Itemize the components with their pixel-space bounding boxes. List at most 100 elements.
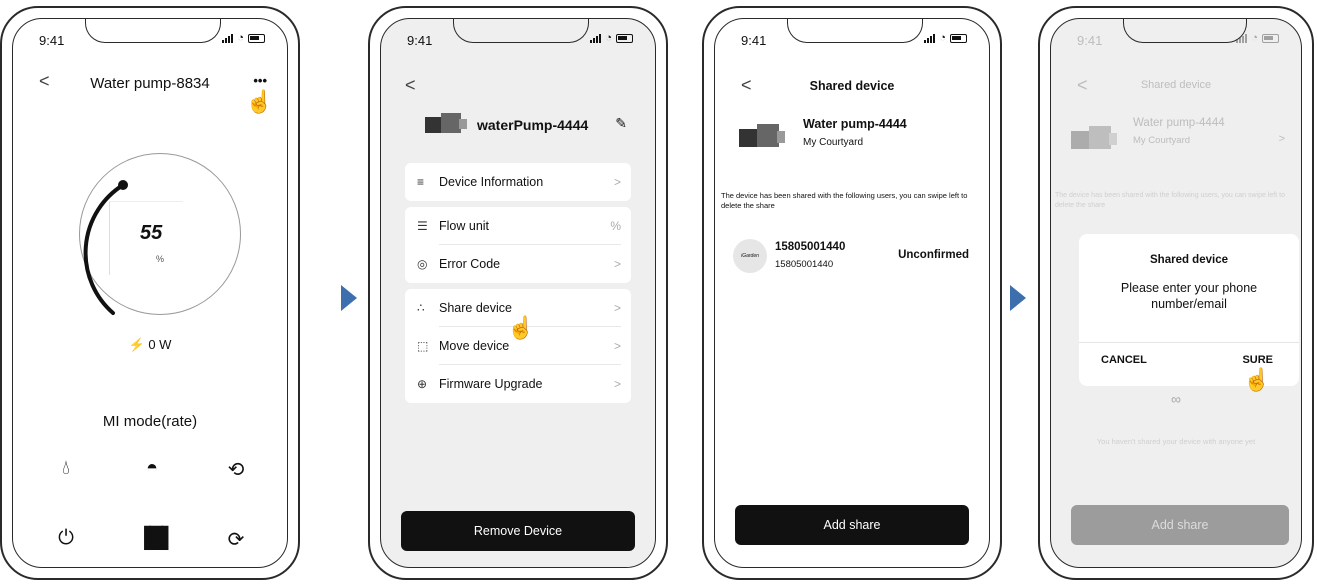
flow-error-card: ☰ Flow unit % ◎ Error Code > (405, 207, 631, 283)
user-phone: 15805001440 (775, 241, 846, 253)
shared-user-row[interactable]: iGarden 15805001440 15805001440 Unconfir… (715, 235, 989, 279)
wifi-icon: ◔ (1251, 32, 1258, 44)
sure-button[interactable]: SURE (1242, 354, 1273, 366)
move-icon: ⬚ (417, 339, 429, 353)
water-drop-icon[interactable]: 💧︎ (51, 457, 81, 480)
layers-icon: ≡ (417, 175, 425, 189)
device-settings-screen: 9:41 ◔ < waterPump-4444 ✎ ≡ Device Infor… (380, 18, 656, 568)
device-control-screen: 9:41 ◔ < Water pump-8834 ••• ☝ 55 % ⚡ 0 … (12, 18, 288, 568)
battery-icon (248, 33, 265, 43)
device-info-card: ≡ Device Information > (405, 163, 631, 201)
share-move-card: ∴ Share device > ⬚ Move device > ⊕ Firmw… (405, 289, 631, 403)
bar-chart-icon[interactable]: ▐█▌ (137, 527, 176, 550)
power-readout: ⚡ 0 W (13, 337, 287, 353)
status-bar: 9:41 ◔ (13, 19, 287, 59)
page-title: Shared device (809, 79, 895, 93)
empty-share-text: You haven't shared your device with anyo… (1096, 437, 1256, 446)
back-button[interactable]: < (741, 75, 752, 96)
status-time: 9:41 (1077, 33, 1103, 48)
link-icon: ∞ (1171, 391, 1181, 407)
page-title: Shared device (1140, 79, 1212, 91)
flow-arrow-2 (1010, 285, 1026, 311)
edit-icon[interactable]: ✎ (615, 115, 627, 132)
chevron-right-icon: > (613, 175, 621, 189)
notch (85, 19, 221, 43)
pointer-hand-icon: ☝ (1243, 367, 1271, 392)
gauge-readout: 55 % (109, 201, 183, 275)
back-button[interactable]: < (405, 75, 416, 96)
share-notice: The device has been shared with the foll… (721, 191, 968, 210)
signal-icon (1236, 33, 1248, 43)
gauge-value: 55 (140, 222, 163, 244)
mode-label: MI mode(rate) (102, 413, 198, 430)
menu-firmware-upgrade[interactable]: ⊕ Firmware Upgrade > (405, 365, 631, 403)
status-time: 9:41 (741, 33, 767, 48)
share-notice: The device has been shared with the foll… (1055, 192, 1285, 209)
user-avatar: iGarden (733, 239, 767, 273)
status-icons: ◔ (924, 32, 967, 44)
add-share-button[interactable]: Add share (1071, 505, 1289, 545)
user-sub: 15805001440 (775, 259, 834, 270)
chevron-right-icon: > (1278, 133, 1285, 145)
history-icon[interactable]: ⟳ (221, 527, 251, 552)
signal-icon (924, 33, 936, 43)
status-time: 9:41 (39, 33, 65, 48)
water-pump-icon (1071, 126, 1117, 149)
bolt-icon: ⚡ (128, 337, 145, 352)
chevron-right-icon: > (613, 339, 621, 353)
phone-frame-3: 9:41 ◔ < Shared device Water pump-4444 M… (702, 6, 1002, 580)
pointer-hand-icon: ☝ (245, 89, 273, 114)
status-icons: ◔ (590, 32, 633, 44)
wifi-icon: ◔ (939, 32, 946, 44)
device-location: My Courtyard (1133, 135, 1191, 146)
battery-icon (616, 33, 633, 43)
more-button[interactable]: ••• (253, 73, 267, 88)
wifi-icon: ◔ (237, 32, 244, 44)
speedometer-icon[interactable]: ◓ (137, 457, 167, 480)
share-dialog: Shared device Please enter your phone nu… (1079, 234, 1299, 386)
add-share-button[interactable]: Add share (735, 505, 969, 545)
status-bar: 9:41 ◔ (1051, 19, 1301, 59)
upgrade-icon: ⊕ (417, 377, 428, 391)
status-time: 9:41 (407, 33, 433, 48)
back-button[interactable]: < (1077, 75, 1088, 96)
status-icons: ◔ (222, 32, 265, 44)
dialog-title: Shared device (1150, 254, 1228, 266)
cycle-icon[interactable]: ⟲ (221, 457, 251, 482)
dialog-message: Please enter your phone number/email (1120, 281, 1258, 311)
phone-frame-4: 9:41 ◔ < Shared device Water pump-4444 M… (1038, 6, 1314, 580)
share-dialog-screen: 9:41 ◔ < Shared device Water pump-4444 M… (1050, 18, 1302, 568)
signal-icon (590, 33, 602, 43)
cancel-button[interactable]: CANCEL (1101, 354, 1147, 366)
page-title: Water pump-8834 (90, 75, 210, 92)
notch (1123, 19, 1247, 43)
document-icon: ☰ (417, 219, 428, 233)
shared-device-screen: 9:41 ◔ < Shared device Water pump-4444 M… (714, 18, 990, 568)
code-icon: ◎ (417, 257, 428, 271)
battery-icon (1262, 33, 1279, 43)
pointer-hand-icon: ☝ (507, 315, 535, 340)
chevron-right-icon: > (613, 301, 621, 315)
chevron-right-icon: > (613, 377, 621, 391)
signal-icon (222, 33, 234, 43)
status-bar: 9:41 ◔ (381, 19, 655, 59)
menu-flow-unit[interactable]: ☰ Flow unit % (405, 207, 631, 245)
battery-icon (950, 33, 967, 43)
phone-frame-1: 9:41 ◔ < Water pump-8834 ••• ☝ 55 % ⚡ 0 … (0, 6, 300, 580)
dialog-divider (1079, 342, 1299, 343)
power-icon[interactable]: ⏻ (51, 527, 81, 550)
share-icon: ∴ (417, 301, 425, 315)
remove-device-button[interactable]: Remove Device (401, 511, 635, 551)
device-name: Water pump-4444 (803, 117, 907, 131)
menu-device-information[interactable]: ≡ Device Information > (405, 163, 631, 201)
power-value: 0 W (148, 337, 172, 352)
device-name: Water pump-4444 (1133, 117, 1225, 129)
gauge-unit: % (156, 254, 165, 264)
flow-unit-value: % (610, 219, 621, 233)
menu-error-code[interactable]: ◎ Error Code > (405, 245, 631, 283)
wifi-icon: ◔ (605, 32, 612, 44)
back-button[interactable]: < (39, 71, 50, 92)
water-pump-icon (425, 113, 467, 133)
user-status: Unconfirmed (898, 249, 969, 261)
device-name: waterPump-4444 (477, 117, 589, 133)
